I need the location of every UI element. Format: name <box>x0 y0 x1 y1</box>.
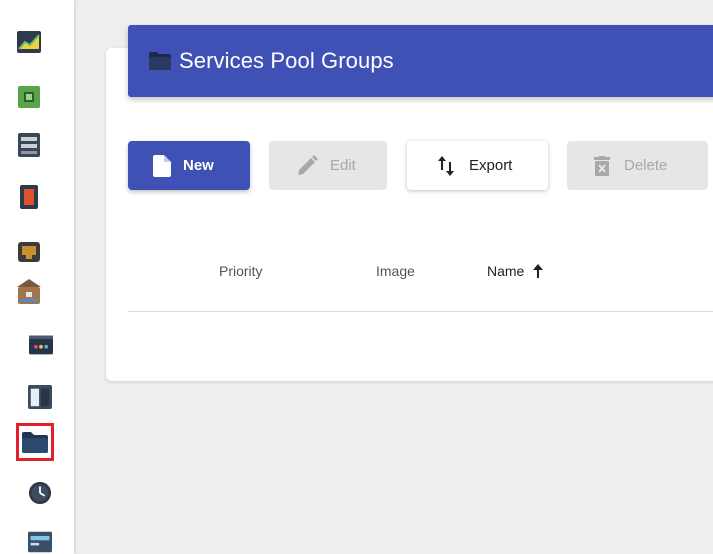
clock-icon[interactable] <box>28 481 52 505</box>
edit-button[interactable]: Edit <box>269 141 387 190</box>
page-title: Services Pool Groups <box>179 48 394 73</box>
new-file-icon <box>153 154 171 177</box>
trash-icon <box>594 155 610 176</box>
delete-button[interactable]: Delete <box>567 141 708 190</box>
new-button-label: New <box>183 157 214 174</box>
edit-button-label: Edit <box>330 157 356 174</box>
column-header-priority[interactable]: Priority <box>219 263 263 279</box>
column-header-name[interactable]: Name <box>487 263 544 279</box>
column-header-priority-label: Priority <box>219 263 263 279</box>
delete-button-label: Delete <box>624 157 668 174</box>
export-button-label: Export <box>469 157 513 174</box>
page-header: Services Pool Groups <box>128 25 713 97</box>
export-button[interactable]: Export <box>407 141 548 190</box>
red-device-icon[interactable] <box>17 185 41 209</box>
sort-ascending-icon <box>532 264 544 278</box>
dashboard-chart-icon[interactable] <box>17 30 41 54</box>
terminal-window-icon[interactable] <box>29 333 53 357</box>
table-header-divider <box>128 311 713 312</box>
server-icon[interactable] <box>17 133 41 157</box>
folder-icon <box>149 52 171 70</box>
new-button[interactable]: New <box>128 141 250 190</box>
network-port-icon[interactable] <box>17 240 41 264</box>
split-panel-icon[interactable] <box>28 385 52 409</box>
column-header-image-label: Image <box>376 263 415 279</box>
sidebar <box>0 0 74 554</box>
services-pool-groups-card <box>106 48 713 381</box>
export-arrows-icon <box>437 155 455 176</box>
card-icon[interactable] <box>28 530 52 554</box>
column-header-name-label: Name <box>487 263 525 279</box>
pencil-icon <box>296 154 318 177</box>
toolbox-icon[interactable] <box>17 279 41 304</box>
circuit-board-icon[interactable] <box>17 85 41 109</box>
folder-icon[interactable] <box>16 423 54 461</box>
column-header-image[interactable]: Image <box>376 263 415 279</box>
